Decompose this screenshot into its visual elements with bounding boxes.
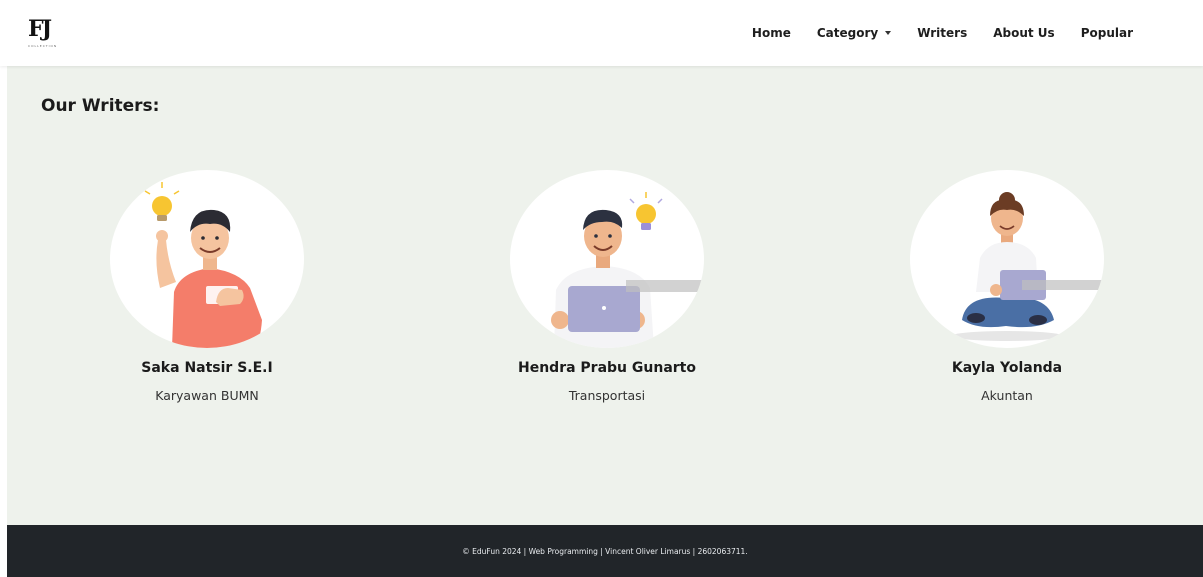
nav-home[interactable]: Home xyxy=(752,26,791,40)
writer-card[interactable]: Saka Natsir S.E.I Karyawan BUMN xyxy=(57,170,357,410)
nav-category-label: Category xyxy=(816,26,879,40)
nav-about-us[interactable]: About Us xyxy=(993,26,1054,40)
writer-name: Saka Natsir S.E.I xyxy=(141,360,273,376)
brand-logo[interactable]: FJ COLLECTION xyxy=(28,18,84,52)
navbar: FJ COLLECTION Home Category Writers Abou… xyxy=(0,0,1203,66)
writer-name: Kayla Yolanda xyxy=(951,360,1063,376)
writer-role: Akuntan xyxy=(981,388,1033,403)
nav-category-dropdown[interactable]: Category xyxy=(816,26,892,40)
footer-copyright: © EduFun 2024 | Web Programming | Vincen… xyxy=(462,546,748,556)
writer-role: Karyawan BUMN xyxy=(155,388,259,403)
writers-section: Our Writers: Saka Natsir S.E.I Karyawan … xyxy=(7,66,1203,525)
logo-subtext: COLLECTION xyxy=(28,44,58,48)
nav-home-label: Home xyxy=(751,26,791,40)
man-idea-thumbs-up-illustration-icon xyxy=(144,182,262,348)
woman-laptop-sitting-illustration-icon xyxy=(951,192,1104,341)
nav-links: Home Category Writers About Us Popular xyxy=(752,0,1133,66)
man-laptop-idea-illustration-icon xyxy=(551,192,704,348)
section-title: Our Writers: xyxy=(41,96,160,116)
writer-name: Hendra Prabu Gunarto xyxy=(518,360,696,376)
nav-about-us-label: About Us xyxy=(993,26,1055,40)
nav-writers-label: Writers xyxy=(917,26,968,40)
writer-card[interactable]: Hendra Prabu Gunarto Transportasi xyxy=(457,170,757,410)
caret-down-icon xyxy=(885,31,892,35)
writer-avatar xyxy=(910,170,1104,348)
writer-avatar xyxy=(510,170,704,348)
writer-avatar xyxy=(110,170,304,348)
logo-mark: FJ xyxy=(28,16,52,42)
nav-popular[interactable]: Popular xyxy=(1081,26,1133,40)
writer-card[interactable]: Kayla Yolanda Akuntan xyxy=(857,170,1157,410)
footer: © EduFun 2024 | Web Programming | Vincen… xyxy=(7,525,1203,577)
nav-writers[interactable]: Writers xyxy=(917,26,967,40)
nav-popular-label: Popular xyxy=(1080,26,1133,40)
writer-role: Transportasi xyxy=(568,388,646,403)
